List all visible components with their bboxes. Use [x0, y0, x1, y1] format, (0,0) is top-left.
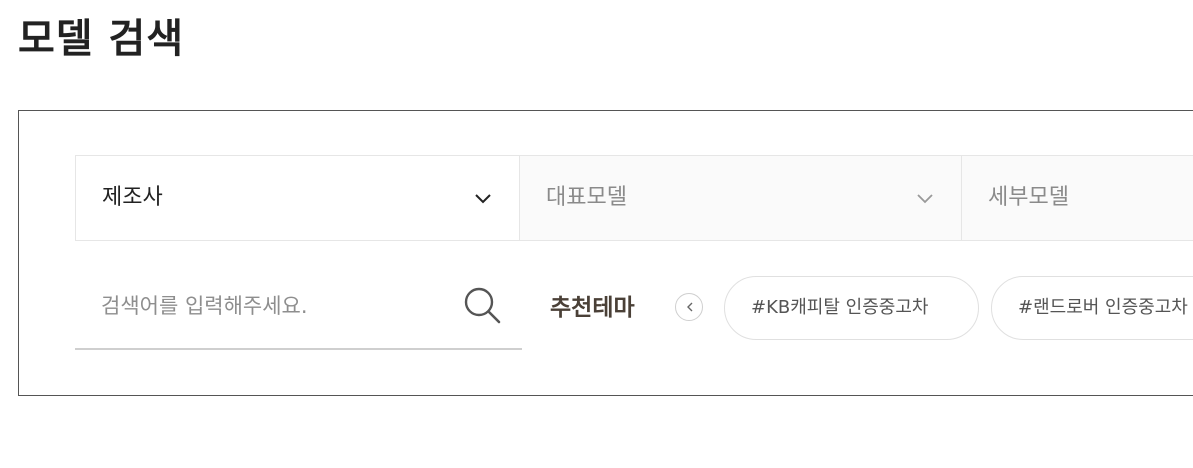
detail-model-select-label: 세부모델	[988, 185, 1069, 210]
model-select[interactable]: 대표모델	[519, 155, 962, 241]
theme-chip-land-rover[interactable]: #랜드로버 인증중고차	[991, 276, 1193, 340]
page-title: 모델 검색	[18, 16, 185, 62]
model-select-label: 대표모델	[546, 185, 627, 210]
chevron-down-icon	[475, 194, 491, 204]
search-button[interactable]	[461, 284, 505, 328]
chevron-left-icon	[687, 302, 693, 312]
search-input[interactable]	[101, 286, 441, 326]
theme-chip-kb-capital[interactable]: #KB캐피탈 인증중고차	[724, 276, 979, 340]
manufacturer-select[interactable]: 제조사	[75, 155, 520, 241]
model-search-panel	[18, 110, 1193, 396]
theme-prev-button[interactable]	[675, 293, 703, 321]
search-box	[75, 260, 522, 350]
search-icon	[464, 287, 501, 324]
recommended-theme-label: 추천테마	[550, 295, 635, 321]
manufacturer-select-label: 제조사	[102, 185, 163, 210]
detail-model-select[interactable]: 세부모델	[961, 155, 1193, 241]
chevron-down-icon	[917, 194, 933, 204]
